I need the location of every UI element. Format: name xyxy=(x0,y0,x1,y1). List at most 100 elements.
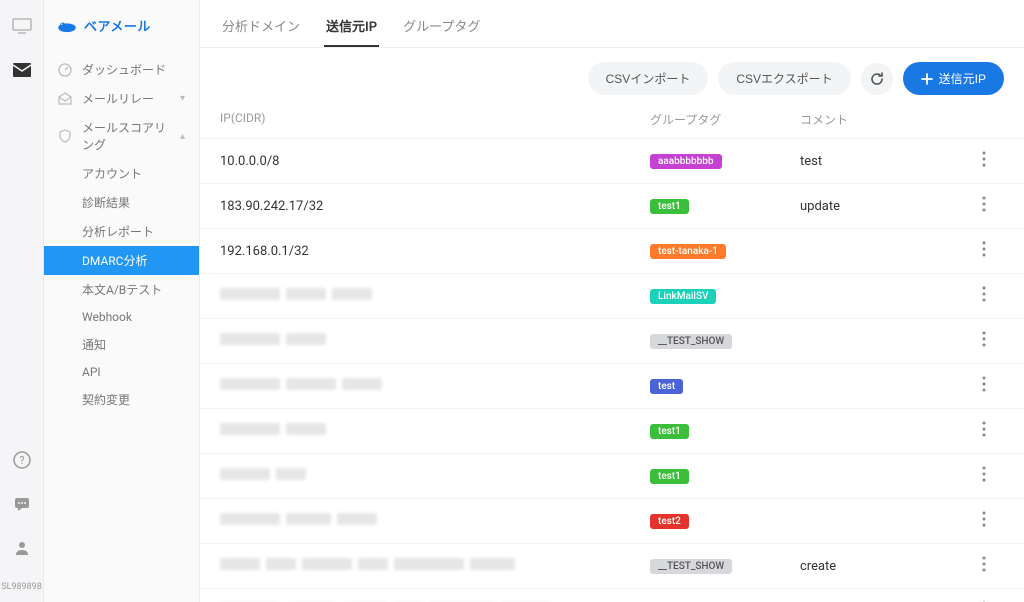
sidebar-sub-item-1[interactable]: 診断結果 xyxy=(44,188,199,217)
table-row[interactable]: 10.0.0.0/8aaabbbbbbbtest xyxy=(200,138,1024,183)
add-sender-ip-button[interactable]: 送信元IP xyxy=(903,62,1004,95)
table-header: IP(CIDR) グループタグ コメント xyxy=(200,101,1024,138)
sidebar-item-2[interactable]: メールスコアリング ▴ xyxy=(44,113,199,159)
table-row[interactable]: __TEST_SHOW xyxy=(200,318,1024,363)
chevron-icon: ▴ xyxy=(180,131,185,142)
csv-import-button[interactable]: CSVインポート xyxy=(588,62,709,95)
row-more-button[interactable] xyxy=(974,331,994,351)
more-vert-icon xyxy=(982,466,986,482)
row-more-button[interactable] xyxy=(974,196,994,216)
more-vert-icon xyxy=(982,421,986,437)
more-vert-icon xyxy=(982,556,986,572)
cell-comment: update xyxy=(800,199,974,214)
sidebar-sub-item-3[interactable]: DMARC分析 xyxy=(44,246,199,275)
csv-export-button[interactable]: CSVエクスポート xyxy=(718,62,850,95)
cell-tag: test-tanaka-1 xyxy=(650,243,800,259)
toolbar: CSVインポート CSVエクスポート 送信元IP xyxy=(200,48,1024,101)
row-more-button[interactable] xyxy=(974,241,994,261)
cell-tag: LinkMailSV xyxy=(650,288,800,304)
tabs: 分析ドメイン送信元IP グループタグ xyxy=(200,0,1024,48)
cell-tag: aaabbbbbbb xyxy=(650,153,800,169)
help-icon[interactable]: ? xyxy=(12,450,32,470)
table-row[interactable]: test1 xyxy=(200,453,1024,498)
more-vert-icon xyxy=(982,151,986,167)
sidebar-sub-item-8[interactable]: 契約変更 xyxy=(44,385,199,414)
tab-0[interactable]: 分析ドメイン xyxy=(220,10,302,47)
table-row[interactable]: test xyxy=(200,363,1024,408)
column-ip: IP(CIDR) xyxy=(220,111,650,128)
group-tag-badge: __TEST_SHOW xyxy=(650,334,732,349)
sidebar-sub-item-7[interactable]: API xyxy=(44,359,199,385)
sidebar-sub-item-2[interactable]: 分析レポート xyxy=(44,217,199,246)
brand[interactable]: ベアメール xyxy=(44,0,199,55)
more-vert-icon xyxy=(982,196,986,212)
row-more-button[interactable] xyxy=(974,466,994,486)
tab-2[interactable]: グループタグ xyxy=(401,10,482,47)
cell-tag: __TEST_SHOW xyxy=(650,333,800,349)
refresh-button[interactable] xyxy=(861,63,893,95)
row-more-button[interactable] xyxy=(974,421,994,441)
chat-icon[interactable] xyxy=(12,494,32,514)
gauge-icon xyxy=(58,63,72,77)
table-row[interactable]: 192.168.0.1/32test-tanaka-1 xyxy=(200,228,1024,273)
group-tag-badge: test2 xyxy=(650,514,689,529)
main-content: 分析ドメイン送信元IPグループタグ CSVインポート CSVエクスポート 送信元… xyxy=(200,0,1024,602)
cell-ip xyxy=(220,333,650,349)
cell-ip: 183.90.242.17/32 xyxy=(220,199,650,214)
row-more-button[interactable] xyxy=(974,286,994,306)
cell-tag: test1 xyxy=(650,468,800,484)
group-tag-badge: __TEST_SHOW xyxy=(650,559,732,574)
shield-icon xyxy=(58,129,72,143)
group-tag-badge: test1 xyxy=(650,424,689,439)
sidebar-item-label: メールスコアリング xyxy=(82,119,170,153)
cell-ip xyxy=(220,423,650,439)
sidebar-sub-item-4[interactable]: 本文A/Bテスト xyxy=(44,275,199,304)
cell-tag: __TEST_SHOW xyxy=(650,558,800,574)
brand-logo-icon xyxy=(56,19,78,33)
more-vert-icon xyxy=(982,331,986,347)
plus-icon xyxy=(921,73,933,85)
table-row[interactable]: 183.90.242.17/32test1update xyxy=(200,183,1024,228)
cell-ip xyxy=(220,288,650,304)
refresh-icon xyxy=(869,71,885,87)
group-tag-badge: test xyxy=(650,379,683,394)
column-tag: グループタグ xyxy=(650,111,800,128)
cell-tag: test2 xyxy=(650,513,800,529)
sidebar-item-label: メールリレー xyxy=(82,90,154,107)
sidebar-sub-item-6[interactable]: 通知 xyxy=(44,330,199,359)
monitor-icon[interactable] xyxy=(12,16,32,36)
mail-icon[interactable] xyxy=(12,60,32,80)
sidebar-item-0[interactable]: ダッシュボード xyxy=(44,55,199,84)
column-comment: コメント xyxy=(800,111,974,128)
group-tag-badge: test-tanaka-1 xyxy=(650,244,726,259)
table-row[interactable]: test2 xyxy=(200,498,1024,543)
sidebar-sub-item-5[interactable]: Webhook xyxy=(44,304,199,330)
cell-tag: test1 xyxy=(650,198,800,214)
icon-rail: ? SL989898 xyxy=(0,0,44,602)
more-vert-icon xyxy=(982,376,986,392)
table-row[interactable]: aaabbbbbbb xyxy=(200,588,1024,602)
add-ip-label: 送信元IP xyxy=(939,70,986,87)
cell-ip xyxy=(220,378,650,394)
account-code: SL989898 xyxy=(1,582,42,592)
cell-ip xyxy=(220,468,650,484)
brand-name: ベアメール xyxy=(84,16,151,35)
tab-1[interactable]: 送信元IP xyxy=(324,10,379,47)
group-tag-badge: aaabbbbbbb xyxy=(650,154,722,169)
table-row[interactable]: __TEST_SHOWcreate xyxy=(200,543,1024,588)
row-more-button[interactable] xyxy=(974,511,994,531)
table-row[interactable]: test1 xyxy=(200,408,1024,453)
table-row[interactable]: LinkMailSV xyxy=(200,273,1024,318)
cell-ip: 192.168.0.1/32 xyxy=(220,244,650,259)
user-icon[interactable] xyxy=(12,538,32,558)
sidebar-item-label: ダッシュボード xyxy=(82,61,166,78)
group-tag-badge: LinkMailSV xyxy=(650,289,716,304)
row-more-button[interactable] xyxy=(974,556,994,576)
chevron-icon: ▾ xyxy=(180,93,185,104)
group-tag-badge: test1 xyxy=(650,469,689,484)
row-more-button[interactable] xyxy=(974,376,994,396)
more-vert-icon xyxy=(982,511,986,527)
sidebar-sub-item-0[interactable]: アカウント xyxy=(44,159,199,188)
sidebar-item-1[interactable]: メールリレー ▾ xyxy=(44,84,199,113)
row-more-button[interactable] xyxy=(974,151,994,171)
